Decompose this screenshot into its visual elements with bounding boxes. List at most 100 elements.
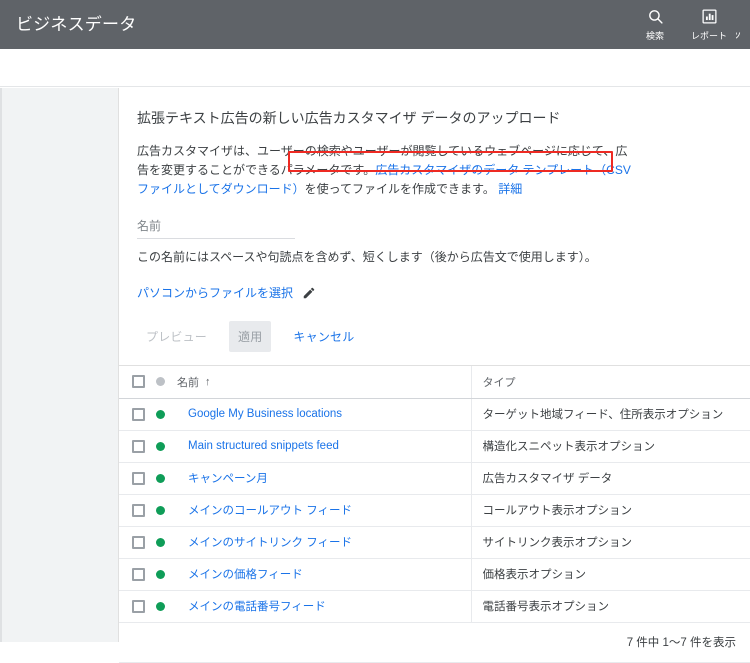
row-select-cell bbox=[119, 398, 153, 430]
row-type-cell: コールアウト表示オプション bbox=[471, 494, 750, 526]
search-icon bbox=[645, 6, 666, 27]
sub-header-bar bbox=[0, 49, 750, 87]
row-checkbox[interactable] bbox=[132, 504, 145, 517]
feed-type-text: コールアウト表示オプション bbox=[483, 502, 750, 518]
file-picker-row: パソコンからファイルを選択 bbox=[137, 284, 732, 301]
select-all-checkbox[interactable] bbox=[132, 375, 145, 388]
header-action-search[interactable]: 検索 bbox=[628, 6, 682, 42]
table-row[interactable]: Main structured snippets feed 構造化スニペット表示オ… bbox=[119, 430, 750, 462]
table-row[interactable]: メインの価格フィード価格表示オプション bbox=[119, 558, 750, 590]
business-data-table: 名前 ↑ タイプ Google My Business locations ターゲ… bbox=[119, 366, 750, 623]
row-select-cell bbox=[119, 526, 153, 558]
header-action-tools[interactable]: ツ bbox=[736, 6, 750, 42]
header-actions: 検索 レポート ツ bbox=[628, 0, 750, 49]
header-action-tools-label: ツ bbox=[736, 31, 750, 42]
status-header-dot bbox=[156, 377, 165, 386]
row-checkbox[interactable] bbox=[132, 568, 145, 581]
feed-type-text: 構造化スニペット表示オプション bbox=[483, 438, 750, 454]
row-checkbox[interactable] bbox=[132, 408, 145, 421]
app-header: ビジネスデータ 検索 レポート bbox=[0, 0, 750, 49]
header-action-reports-label: レポート bbox=[691, 31, 727, 42]
table-row[interactable]: メインのサイトリンク フィードサイトリンク表示オプション bbox=[119, 526, 750, 558]
row-type-cell: 構造化スニペット表示オプション bbox=[471, 430, 750, 462]
data-table-wrap: 名前 ↑ タイプ Google My Business locations ターゲ… bbox=[119, 365, 750, 663]
select-all-cell bbox=[119, 366, 153, 398]
row-name-cell: キャンペーン月 bbox=[177, 462, 471, 494]
cancel-button[interactable]: キャンセル bbox=[284, 321, 363, 352]
column-header-type[interactable]: タイプ bbox=[483, 374, 516, 390]
column-header-name[interactable]: 名前 ↑ bbox=[177, 374, 211, 390]
feed-type-text: ターゲット地域フィード、住所表示オプション bbox=[483, 406, 750, 422]
name-field-wrap bbox=[137, 217, 295, 239]
table-row[interactable]: Google My Business locations ターゲット地域フィード、… bbox=[119, 398, 750, 430]
name-input[interactable] bbox=[137, 217, 295, 239]
row-select-cell bbox=[119, 590, 153, 622]
status-header-cell bbox=[153, 366, 177, 398]
row-name-cell: メインのコールアウト フィード bbox=[177, 494, 471, 526]
apply-button[interactable]: 適用 bbox=[229, 321, 271, 352]
status-dot bbox=[156, 570, 165, 579]
status-dot bbox=[156, 410, 165, 419]
header-action-search-label: 検索 bbox=[646, 31, 664, 42]
row-status-cell bbox=[153, 558, 177, 590]
feed-type-text: 電話番号表示オプション bbox=[483, 598, 750, 614]
feed-name-link[interactable]: キャンペーン月 bbox=[177, 470, 471, 486]
sort-ascending-icon: ↑ bbox=[205, 376, 211, 388]
pagination-summary: 7 件中 1〜7 件を表示 bbox=[627, 634, 736, 650]
row-name-cell: メインの電話番号フィード bbox=[177, 590, 471, 622]
tools-icon bbox=[736, 6, 750, 27]
feed-name-link[interactable]: Main structured snippets feed bbox=[177, 440, 471, 452]
feed-name-link[interactable]: メインの電話番号フィード bbox=[177, 598, 471, 614]
select-file-link[interactable]: パソコンからファイルを選択 bbox=[137, 284, 293, 301]
name-field-hint: この名前にはスペースや句読点を含めず、短くします（後から広告文で使用します）。 bbox=[137, 248, 732, 266]
row-type-cell: 電話番号表示オプション bbox=[471, 590, 750, 622]
column-header-name-label: 名前 bbox=[177, 374, 199, 390]
row-type-cell: 価格表示オプション bbox=[471, 558, 750, 590]
pencil-icon[interactable] bbox=[302, 286, 316, 300]
bar-chart-icon bbox=[699, 6, 720, 27]
row-name-cell: Google My Business locations bbox=[177, 398, 471, 430]
feed-name-link[interactable]: Google My Business locations bbox=[177, 408, 471, 420]
row-select-cell bbox=[119, 462, 153, 494]
table-row[interactable]: メインのコールアウト フィードコールアウト表示オプション bbox=[119, 494, 750, 526]
row-checkbox[interactable] bbox=[132, 536, 145, 549]
upload-panel: 拡張テキスト広告の新しい広告カスタマイザ データのアップロード 広告カスタマイザ… bbox=[118, 88, 750, 642]
type-header-cell: タイプ bbox=[471, 366, 750, 398]
row-checkbox[interactable] bbox=[132, 472, 145, 485]
feed-type-text: 価格表示オプション bbox=[483, 566, 750, 582]
row-status-cell bbox=[153, 430, 177, 462]
table-row[interactable]: メインの電話番号フィード電話番号表示オプション bbox=[119, 590, 750, 622]
row-status-cell bbox=[153, 462, 177, 494]
learn-more-link[interactable]: 詳細 bbox=[498, 182, 522, 196]
row-name-cell: メインのサイトリンク フィード bbox=[177, 526, 471, 558]
description-text-after: を使ってファイルを作成できます。 bbox=[305, 182, 495, 196]
panel-title: 拡張テキスト広告の新しい広告カスタマイザ データのアップロード bbox=[137, 108, 732, 128]
panel-description: 広告カスタマイザは、ユーザーの検索やユーザーが閲覧しているウェブページに応じて、… bbox=[137, 142, 637, 199]
feed-name-link[interactable]: メインのサイトリンク フィード bbox=[177, 534, 471, 550]
feed-name-link[interactable]: メインのコールアウト フィード bbox=[177, 502, 471, 518]
status-dot bbox=[156, 506, 165, 515]
table-footer: 7 件中 1〜7 件を表示 bbox=[119, 623, 750, 663]
table-header-row: 名前 ↑ タイプ bbox=[119, 366, 750, 398]
name-header-cell: 名前 ↑ bbox=[177, 366, 471, 398]
status-dot bbox=[156, 442, 165, 451]
preview-button[interactable]: プレビュー bbox=[137, 321, 216, 352]
feed-name-link[interactable]: メインの価格フィード bbox=[177, 566, 471, 582]
feed-type-text: サイトリンク表示オプション bbox=[483, 534, 750, 550]
feed-type-text: 広告カスタマイザ データ bbox=[483, 470, 750, 486]
row-checkbox[interactable] bbox=[132, 600, 145, 613]
row-type-cell: 広告カスタマイザ データ bbox=[471, 462, 750, 494]
row-type-cell: ターゲット地域フィード、住所表示オプション bbox=[471, 398, 750, 430]
left-rail bbox=[0, 88, 2, 642]
row-checkbox[interactable] bbox=[132, 440, 145, 453]
row-name-cell: メインの価格フィード bbox=[177, 558, 471, 590]
status-dot bbox=[156, 474, 165, 483]
row-status-cell bbox=[153, 494, 177, 526]
action-buttons: プレビュー 適用 キャンセル bbox=[137, 321, 732, 365]
page-title: ビジネスデータ bbox=[16, 15, 136, 35]
row-select-cell bbox=[119, 558, 153, 590]
table-row[interactable]: キャンペーン月広告カスタマイザ データ bbox=[119, 462, 750, 494]
header-action-reports[interactable]: レポート bbox=[682, 6, 736, 42]
table-body: Google My Business locations ターゲット地域フィード、… bbox=[119, 398, 750, 622]
row-status-cell bbox=[153, 526, 177, 558]
